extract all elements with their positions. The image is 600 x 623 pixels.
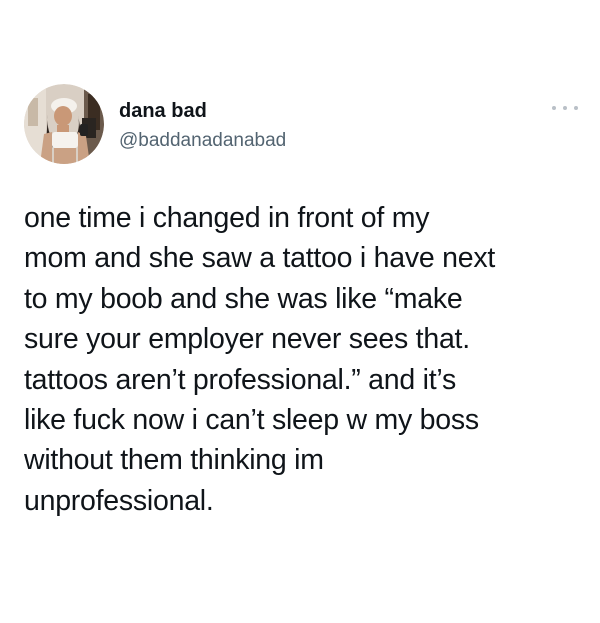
more-horizontal-icon-dot xyxy=(563,106,567,110)
user-avatar[interactable] xyxy=(24,84,104,164)
tweet-card: dana bad @baddanadanabad one time i chan… xyxy=(0,0,600,623)
tweet-text-line: tattoos aren’t professional.” and it’s xyxy=(24,363,456,396)
display-name[interactable]: dana bad xyxy=(119,99,286,123)
tweet-text-line: like fuck now i can’t sleep w my boss xyxy=(24,404,479,437)
user-handle[interactable]: @baddanadanabad xyxy=(119,129,286,153)
tweet-text-line: sure your employer never sees that. xyxy=(24,323,470,356)
tweet-text-line: mom and she saw a tattoo i have next xyxy=(24,242,496,275)
tweet-text-line: without them thinking im xyxy=(24,444,324,477)
user-info[interactable]: dana bad @baddanadanabad xyxy=(119,99,286,153)
more-horizontal-icon xyxy=(552,106,556,110)
tweet-text-line: to my boob and she was like “make xyxy=(24,282,463,315)
avatar-photo-icon xyxy=(24,84,104,164)
more-horizontal-icon-dot xyxy=(574,106,578,110)
tweet-text-line: unprofessional. xyxy=(24,484,214,517)
tweet-text: one time i changed in front of my mom an… xyxy=(24,198,584,521)
tweet-text-line: one time i changed in front of my xyxy=(24,202,430,234)
more-options-button[interactable] xyxy=(552,100,578,116)
